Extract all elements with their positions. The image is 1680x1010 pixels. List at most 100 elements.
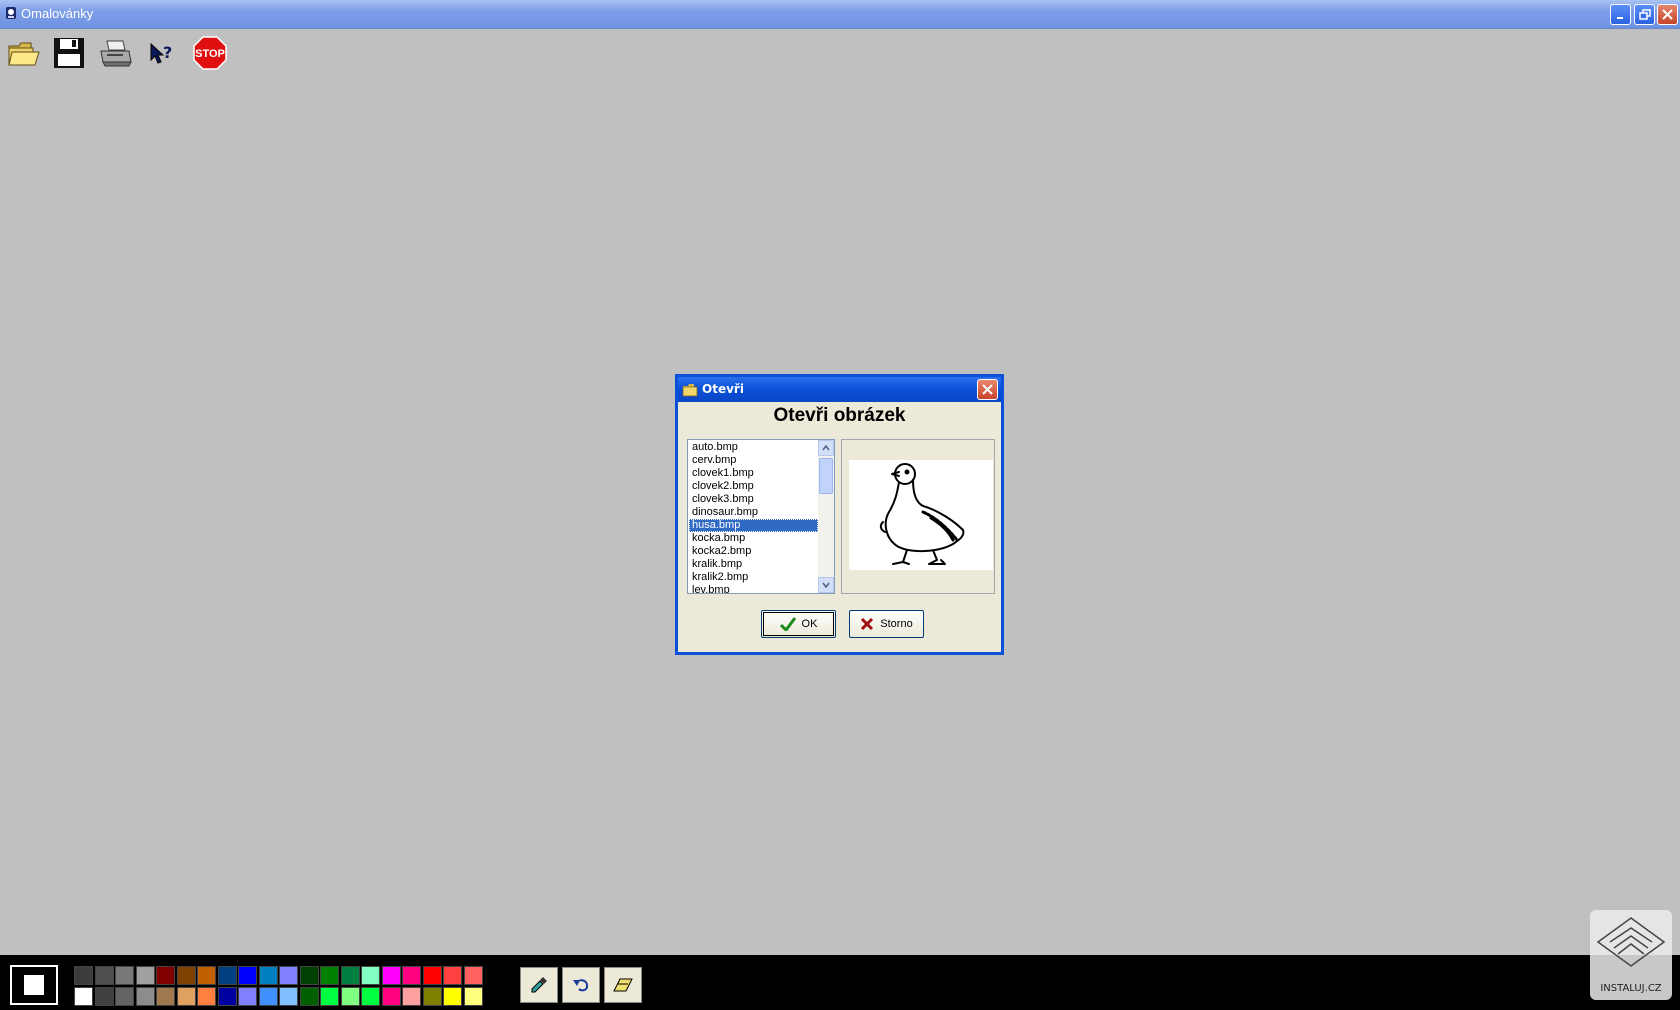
color-swatch[interactable] [299,966,319,985]
color-swatch[interactable] [422,987,442,1006]
color-swatch[interactable] [443,966,462,985]
minimize-button[interactable] [1610,4,1631,25]
help-cursor-icon: ? [150,42,172,64]
file-list-item[interactable]: lev.bmp [689,584,818,593]
file-list-item[interactable]: clovek3.bmp [689,493,818,506]
restore-icon [1638,8,1651,20]
undo-icon [573,979,589,992]
close-icon [982,384,993,395]
color-swatch[interactable] [74,987,93,1006]
exit-button[interactable]: STOP [190,33,230,73]
dialog-close-button[interactable] [977,379,998,400]
chevron-down-icon [822,582,830,588]
palette-bar [0,955,1680,1010]
dialog-heading: Otevři obrázek [773,405,906,426]
color-swatch[interactable] [135,966,155,985]
file-list: auto.bmp cerv.bmp clovek1.bmp clovek2.bmp cl… [689,441,818,593]
file-list-item[interactable]: kralik2.bmp [689,571,818,584]
file-list-item[interactable]: auto.bmp [689,441,818,454]
color-swatch[interactable] [156,987,175,1006]
color-swatch[interactable] [402,966,421,985]
color-swatch[interactable] [320,987,339,1006]
color-swatch[interactable] [279,966,298,985]
color-swatch[interactable] [340,987,360,1006]
color-swatch[interactable] [381,987,401,1006]
window-titlebar: Omalovánky [0,0,1680,29]
color-swatch[interactable] [156,966,175,985]
file-list-item[interactable]: kocka2.bmp [689,545,818,558]
ok-button[interactable]: OK [761,610,836,638]
stop-sign-icon: STOP [193,36,227,70]
cancel-button[interactable]: Storno [849,610,924,638]
color-swatch[interactable] [361,966,380,985]
color-swatch[interactable] [320,966,339,985]
folder-icon [682,384,698,397]
red-x-icon [861,617,874,631]
file-list-item[interactable]: cerv.bmp [689,454,818,467]
scroll-down-button[interactable] [818,577,834,593]
scroll-up-button[interactable] [818,440,834,456]
minimize-icon [1616,16,1623,19]
open-dialog: Otevři Otevři obrázek auto.bmp cerv.bmp cl… [675,374,1004,655]
color-swatch[interactable] [463,987,483,1006]
color-swatch[interactable] [74,966,93,985]
color-swatch[interactable] [176,987,196,1006]
file-list-item[interactable]: kralik.bmp [689,558,818,571]
color-swatch[interactable] [94,966,114,985]
app-icon [6,7,16,19]
eyedropper-tool[interactable] [520,967,558,1003]
printer-icon [100,40,132,67]
file-list-item[interactable]: dinosaur.bmp [689,506,818,519]
undo-tool[interactable] [562,967,600,1003]
help-button[interactable]: ? [142,33,182,73]
ok-label: OK [801,618,818,630]
image-preview [849,460,993,570]
save-button[interactable] [49,33,89,73]
color-swatch[interactable] [299,987,319,1006]
color-swatch[interactable] [115,987,134,1006]
close-button[interactable] [1657,4,1678,25]
window-title: Omalovánky [21,6,94,21]
toolbar: ? STOP [0,33,260,75]
color-swatch[interactable] [238,966,257,985]
color-swatch[interactable] [115,966,134,985]
close-icon [1662,9,1673,20]
color-swatch[interactable] [197,966,216,985]
svg-text:?: ? [163,43,172,62]
color-swatch[interactable] [135,987,155,1006]
vertical-scrollbar[interactable] [818,440,834,593]
color-swatch[interactable] [258,987,278,1006]
color-swatch[interactable] [381,966,401,985]
color-swatch[interactable] [217,987,237,1006]
color-swatch[interactable] [422,966,442,985]
watermark-logo-icon [1596,917,1666,967]
color-swatch[interactable] [94,987,114,1006]
color-swatch[interactable] [279,987,298,1006]
color-swatch[interactable] [238,987,257,1006]
eyedropper-icon [531,977,547,993]
color-swatch[interactable] [217,966,237,985]
print-button[interactable] [96,33,136,73]
file-list-item[interactable]: husa.bmp [689,519,818,532]
color-swatch[interactable] [463,966,483,985]
color-swatch[interactable] [340,966,360,985]
file-listbox[interactable]: auto.bmp cerv.bmp clovek1.bmp clovek2.bmp cl… [687,439,835,594]
color-swatch[interactable] [361,987,380,1006]
color-swatch[interactable] [443,987,462,1006]
color-swatch[interactable] [258,966,278,985]
color-swatch[interactable] [402,987,421,1006]
eraser-tool[interactable] [604,967,642,1003]
eraser-icon [613,978,633,992]
cancel-label: Storno [880,618,913,630]
floppy-disk-icon [54,38,84,68]
color-swatch[interactable] [176,966,196,985]
color-swatch[interactable] [197,987,216,1006]
scroll-thumb[interactable] [819,458,833,494]
preview-frame [841,439,995,594]
file-list-item[interactable]: clovek2.bmp [689,480,818,493]
open-button[interactable] [4,33,44,73]
file-list-item[interactable]: clovek1.bmp [689,467,818,480]
file-list-item[interactable]: kocka.bmp [689,532,818,545]
restore-button[interactable] [1634,4,1655,25]
stop-label: STOP [195,48,225,60]
